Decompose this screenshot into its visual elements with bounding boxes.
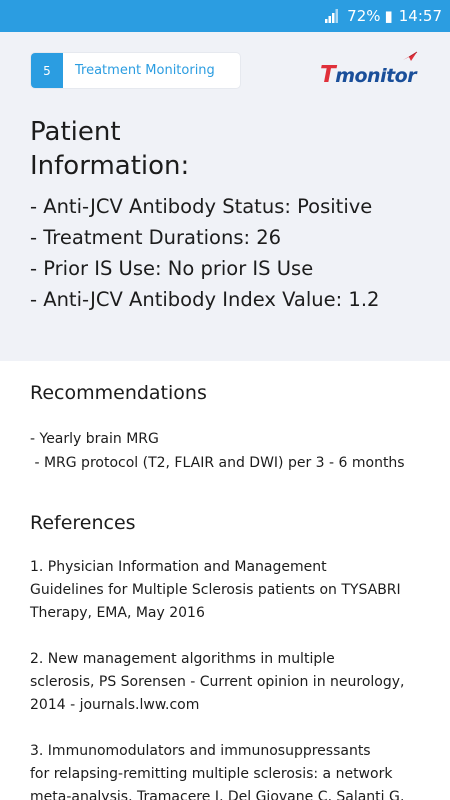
logo-t: T: [320, 62, 336, 88]
list-item: - MRG protocol (T2, FLAIR and DWI) per 3…: [30, 455, 405, 471]
patient-title-line-2: Information:: [30, 151, 190, 181]
reference-item: 3. Immunomodulators and immunosuppressan…: [30, 743, 405, 800]
step-number: 5: [31, 53, 63, 88]
status-bar: 72% ▮ 14:57: [0, 0, 450, 32]
list-item: - Yearly brain MRG: [30, 431, 159, 447]
battery-icon: ▮: [384, 7, 393, 25]
patient-title-line-1: Patient: [30, 117, 121, 147]
antibody-status: - Anti-JCV Antibody Status: Positive: [30, 195, 373, 218]
references-heading: References: [30, 512, 136, 534]
prior-is-use: - Prior IS Use: No prior IS Use: [30, 257, 314, 280]
plane-icon: [403, 51, 418, 61]
patient-details: - Anti-JCV Antibody Status: Positive - T…: [30, 191, 379, 315]
patient-info-title: Patient Information:: [30, 115, 189, 183]
clock: 14:57: [398, 7, 442, 25]
reference-item: 2. New management algorithms in multiple…: [30, 651, 405, 713]
recommendations-heading: Recommendations: [30, 382, 207, 404]
antibody-index-value: - Anti-JCV Antibody Index Value: 1.2: [30, 288, 380, 311]
reference-item: 1. Physician Information and Management …: [30, 559, 401, 621]
references-list: 1. Physician Information and Management …: [30, 556, 430, 800]
recommendations-list: - Yearly brain MRG - MRG protocol (T2, F…: [30, 427, 405, 475]
logo-text: Tmonitor: [320, 62, 417, 88]
logo-word: monitor: [335, 65, 417, 87]
tmonitor-logo: Tmonitor: [320, 50, 424, 94]
step-label: Treatment Monitoring: [75, 63, 215, 78]
treatment-duration: - Treatment Durations: 26: [30, 226, 282, 249]
step-indicator: 5 Treatment Monitoring: [31, 53, 240, 88]
patient-info-panel: 5 Treatment Monitoring Tmonitor Patient …: [0, 32, 450, 361]
battery-level: 72%: [347, 7, 381, 25]
wifi-signal-icon: [325, 9, 339, 23]
